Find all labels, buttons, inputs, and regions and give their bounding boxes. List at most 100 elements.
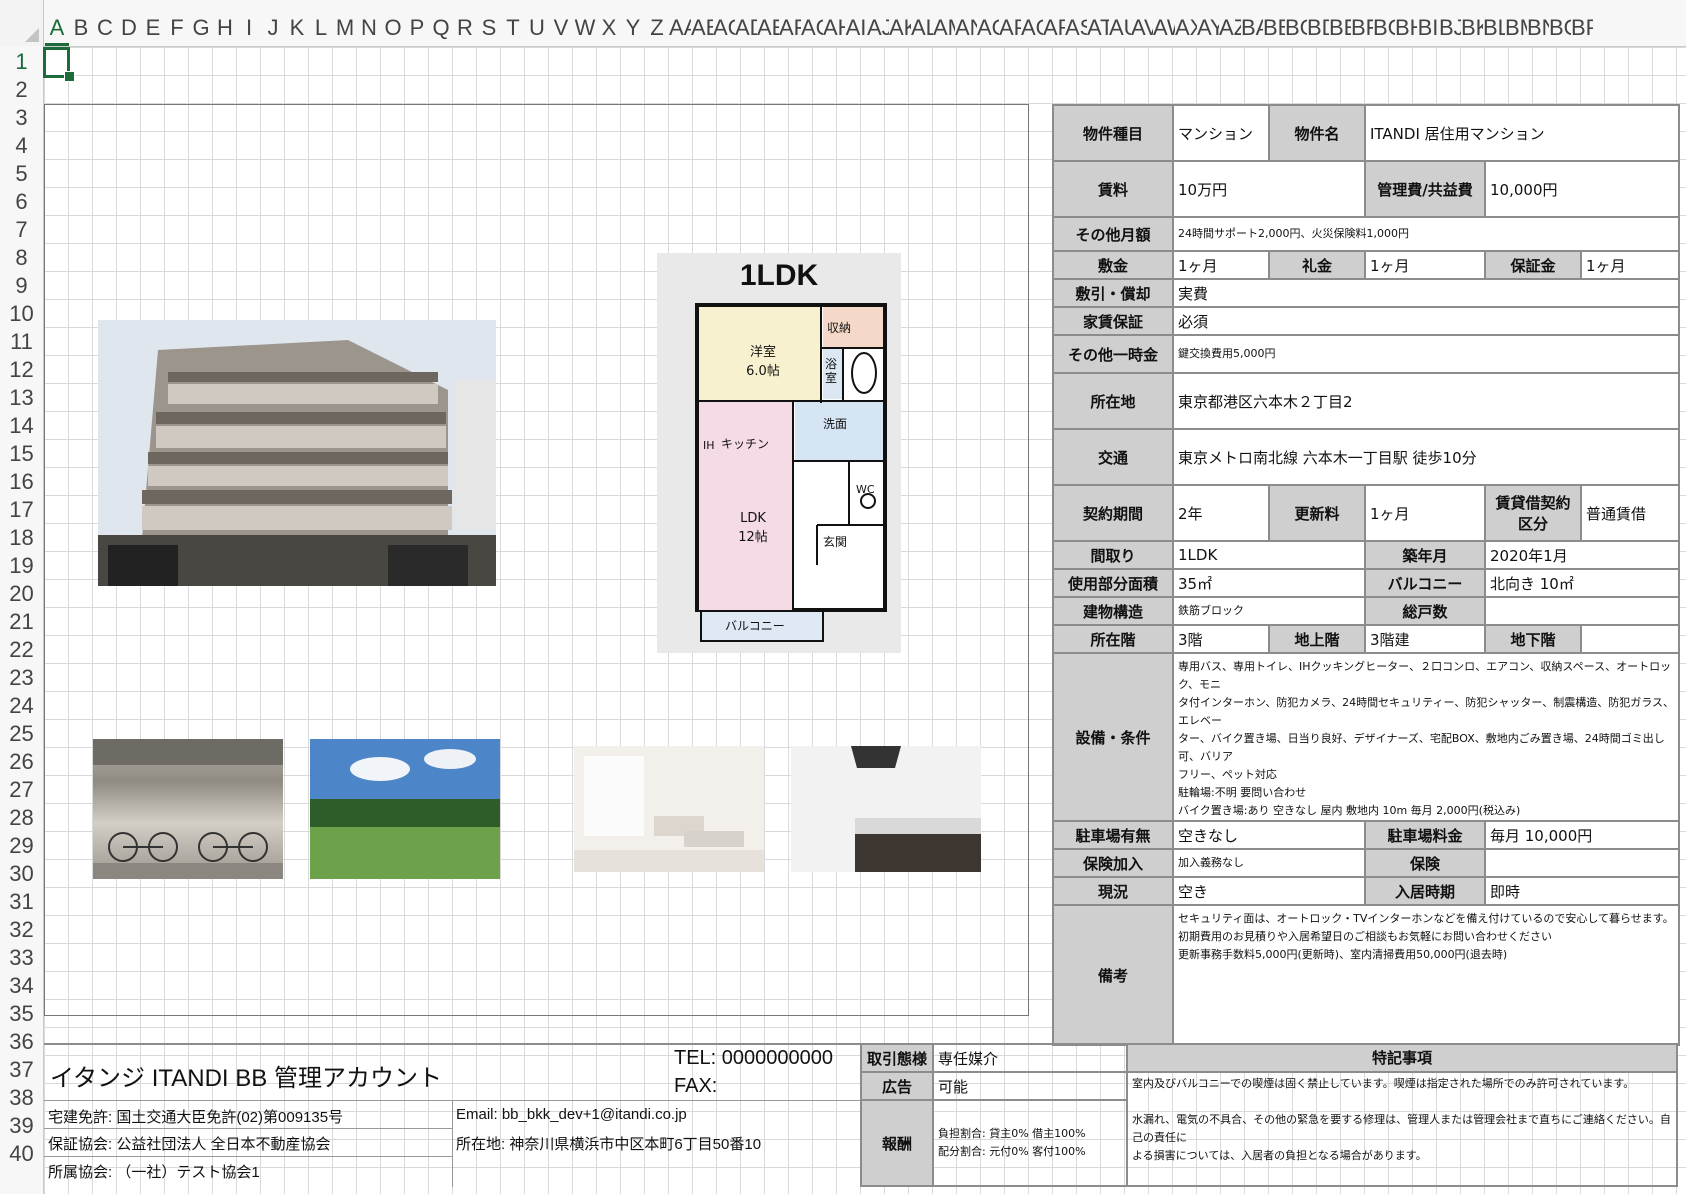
- column-header-az[interactable]: AZ: [1219, 0, 1241, 46]
- row-header-6[interactable]: 6: [0, 188, 43, 216]
- agent-email[interactable]: Email: bb_bkk_dev+1@itandi.co.jp: [456, 1106, 687, 1123]
- living-room-photo[interactable]: [574, 746, 764, 872]
- units-value[interactable]: [1483, 596, 1681, 626]
- lease-type-value[interactable]: 普通賃借: [1579, 484, 1681, 542]
- column-header-f[interactable]: F: [165, 0, 189, 46]
- parking-fee-value[interactable]: 毎月 10,000円: [1483, 820, 1681, 850]
- agent-association[interactable]: 保証協会: 公益社団法人 全日本不動産協会: [48, 1133, 331, 1154]
- column-header-bf[interactable]: BF: [1351, 0, 1373, 46]
- row-header-31[interactable]: 31: [0, 888, 43, 916]
- column-header-bm[interactable]: BM: [1505, 0, 1527, 46]
- column-header-ah[interactable]: AH: [823, 0, 845, 46]
- balcony-value[interactable]: 北向き 10㎡: [1483, 568, 1681, 598]
- name-value[interactable]: ITANDI 居住用マンション: [1363, 104, 1681, 162]
- column-header-ad[interactable]: AD: [735, 0, 757, 46]
- column-header-at[interactable]: AT: [1087, 0, 1109, 46]
- row-header-38[interactable]: 38: [0, 1084, 43, 1112]
- row-header-3[interactable]: 3: [0, 104, 43, 132]
- rent-guarantee-value[interactable]: 必須: [1171, 306, 1681, 336]
- layout-value[interactable]: 1LDK: [1172, 540, 1366, 570]
- row-header-2[interactable]: 2: [0, 76, 43, 104]
- agent-fax[interactable]: FAX:: [674, 1075, 717, 1098]
- insurance-join-value[interactable]: 加入義務なし: [1172, 848, 1366, 878]
- agent-member[interactable]: 所属協会: （一社）テスト協会1: [48, 1161, 260, 1182]
- park-photo[interactable]: [310, 739, 500, 879]
- column-header-l[interactable]: L: [309, 0, 333, 46]
- column-header-bar[interactable]: ABCDEFGHIJKLMNOPQRSTUVWXYZAAABACADAEAFAG…: [0, 0, 1686, 47]
- row-header-20[interactable]: 20: [0, 580, 43, 608]
- remarks-value[interactable]: セキュリティ面は、オートロック・TVインターホンなどを備え付けているので安心して…: [1171, 904, 1681, 1046]
- row-header-21[interactable]: 21: [0, 608, 43, 636]
- rent-value[interactable]: 10万円: [1172, 160, 1366, 218]
- column-header-an[interactable]: AN: [955, 0, 977, 46]
- above-value[interactable]: 3階建: [1364, 624, 1486, 654]
- row-header-bar[interactable]: 1 2 3 4 5 6 7 8 9 10 11 12 13 14 15 16 17 18 19 20 21 22 23 24 2…: [0, 46, 44, 1194]
- row-header-16[interactable]: 16: [0, 468, 43, 496]
- kitchen-photo[interactable]: [791, 746, 981, 872]
- key-money-value[interactable]: 1ヶ月: [1364, 250, 1486, 280]
- address-value[interactable]: 東京都港区六本木２丁目2: [1171, 372, 1681, 430]
- row-header-8[interactable]: 8: [0, 244, 43, 272]
- column-header-aa[interactable]: AA: [669, 0, 691, 46]
- column-header-bo[interactable]: BO: [1549, 0, 1571, 46]
- other-monthly-value[interactable]: 24時間サポート2,000円、火災保険料1,000円: [1171, 216, 1681, 252]
- floor-value[interactable]: 3階: [1172, 624, 1270, 654]
- area-value[interactable]: 35㎡: [1172, 568, 1366, 598]
- agent-address[interactable]: 所在地: 神奈川県横浜市中区本町6丁目50番10: [456, 1133, 761, 1154]
- column-header-o[interactable]: O: [381, 0, 405, 46]
- column-header-ap[interactable]: AP: [999, 0, 1021, 46]
- column-header-y[interactable]: Y: [621, 0, 645, 46]
- row-header-39[interactable]: 39: [0, 1112, 43, 1140]
- column-header-be[interactable]: BE: [1329, 0, 1351, 46]
- row-header-40[interactable]: 40: [0, 1140, 43, 1168]
- column-header-bk[interactable]: BK: [1461, 0, 1483, 46]
- column-header-s[interactable]: S: [477, 0, 501, 46]
- column-header-m[interactable]: M: [333, 0, 357, 46]
- column-header-av[interactable]: AV: [1131, 0, 1153, 46]
- column-header-aq[interactable]: AQ: [1021, 0, 1043, 46]
- row-header-11[interactable]: 11: [0, 328, 43, 356]
- floorplan[interactable]: 1LDK 洋室 6.0帖 収納 浴室 洗面 キッチン IH WC LDK 12帖 玄…: [657, 253, 901, 653]
- below-value[interactable]: [1579, 624, 1681, 654]
- column-header-bj[interactable]: BJ: [1439, 0, 1461, 46]
- column-header-b[interactable]: B: [69, 0, 93, 46]
- row-header-10[interactable]: 10: [0, 300, 43, 328]
- move-in-value[interactable]: 即時: [1483, 876, 1681, 906]
- column-header-n[interactable]: N: [357, 0, 381, 46]
- special-notes-body[interactable]: 室内及びバルコニーでの喫煙は固く禁止しています。喫煙は指定された場所でのみ許可さ…: [1126, 1071, 1678, 1187]
- structure-value[interactable]: 鉄筋ブロック: [1172, 596, 1366, 626]
- row-header-30[interactable]: 30: [0, 860, 43, 888]
- column-header-bc[interactable]: BC: [1285, 0, 1307, 46]
- column-header-g[interactable]: G: [189, 0, 213, 46]
- ad-value[interactable]: 可能: [932, 1071, 1128, 1101]
- column-header-ab[interactable]: AB: [691, 0, 713, 46]
- column-header-ag[interactable]: AG: [801, 0, 823, 46]
- row-header-18[interactable]: 18: [0, 524, 43, 552]
- column-header-ae[interactable]: AE: [757, 0, 779, 46]
- row-header-19[interactable]: 19: [0, 552, 43, 580]
- bicycle-parking-photo[interactable]: [93, 739, 283, 879]
- built-value[interactable]: 2020年1月: [1483, 540, 1681, 570]
- column-header-bp[interactable]: BP: [1571, 0, 1593, 46]
- column-header-bi[interactable]: BI: [1417, 0, 1439, 46]
- column-header-bb[interactable]: BB: [1263, 0, 1285, 46]
- deposit-value[interactable]: 1ヶ月: [1172, 250, 1270, 280]
- column-header-bg[interactable]: BG: [1373, 0, 1395, 46]
- parking-value[interactable]: 空きなし: [1172, 820, 1366, 850]
- row-header-14[interactable]: 14: [0, 412, 43, 440]
- column-header-j[interactable]: J: [261, 0, 285, 46]
- column-header-e[interactable]: E: [141, 0, 165, 46]
- column-header-u[interactable]: U: [525, 0, 549, 46]
- row-header-37[interactable]: 37: [0, 1056, 43, 1084]
- type-value[interactable]: マンション: [1172, 104, 1270, 162]
- deduction-value[interactable]: 実費: [1171, 278, 1681, 308]
- column-header-d[interactable]: D: [117, 0, 141, 46]
- other-onetime-value[interactable]: 鍵交換費用5,000円: [1171, 334, 1681, 374]
- column-header-r[interactable]: R: [453, 0, 477, 46]
- agent-name[interactable]: イタンジ ITANDI BB 管理アカウント: [50, 1058, 442, 1093]
- row-header-25[interactable]: 25: [0, 720, 43, 748]
- column-header-bn[interactable]: BN: [1527, 0, 1549, 46]
- row-header-28[interactable]: 28: [0, 804, 43, 832]
- row-header-26[interactable]: 26: [0, 748, 43, 776]
- column-header-t[interactable]: T: [501, 0, 525, 46]
